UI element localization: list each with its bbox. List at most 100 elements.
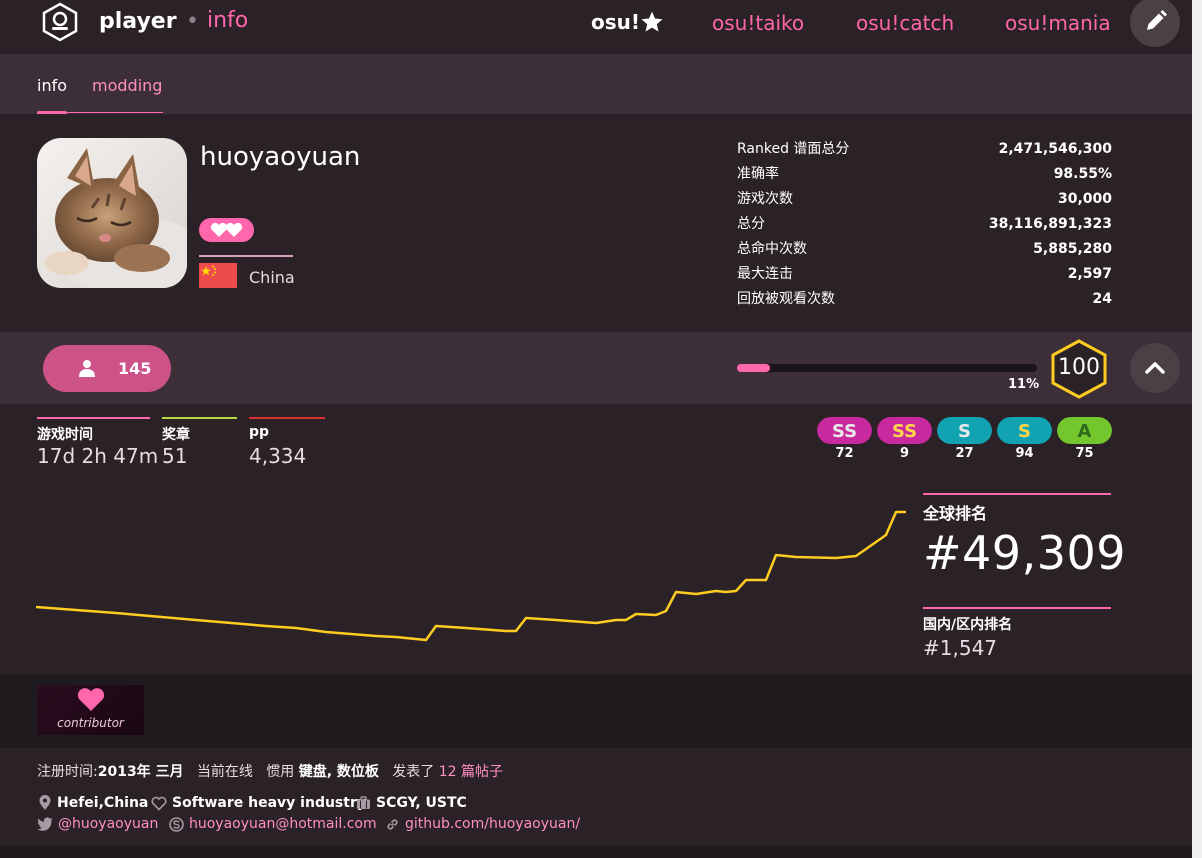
profile-tabs-bar — [0, 54, 1192, 114]
join-info-line: 注册时间:2013年 三月 当前在线 惯用 键盘, 数位板 发表了 12 篇帖子 — [37, 761, 503, 781]
grade-ss-gold-count: 9 — [899, 446, 910, 461]
supporter-badge[interactable] — [199, 218, 254, 242]
interests-item: Software heavy industry — [151, 795, 366, 811]
country-rank-value: #1,547 — [923, 636, 998, 660]
grade-ss-silver-icon: SS — [817, 417, 872, 444]
grade-a-count: 75 — [1075, 446, 1094, 461]
medals-label: 奖章 — [162, 427, 190, 443]
stat-row: 游戏次数 30,000 — [737, 190, 1112, 215]
playstyle-value: 键盘, 数位板 — [298, 764, 379, 780]
rank-history-line — [36, 510, 906, 642]
pp-value: 4,334 — [249, 444, 307, 468]
link-icon — [387, 818, 398, 830]
playstyle-prefix: 惯用 — [266, 764, 295, 780]
grade-a-icon: A — [1057, 417, 1112, 444]
page-title: player — [99, 9, 177, 34]
heart-icon — [77, 688, 105, 711]
flag-divider — [199, 255, 293, 257]
play-time-line — [37, 417, 150, 419]
user-icon — [79, 360, 95, 377]
stat-value: 30,000 — [1057, 191, 1112, 207]
mode-tab-catch[interactable]: osu!catch — [856, 11, 954, 35]
country-name[interactable]: China — [249, 268, 295, 287]
location-text: Hefei,China — [57, 795, 149, 811]
rank-history-chart[interactable] — [36, 490, 906, 650]
china-flag-icon — [199, 263, 237, 288]
follower-count: 145 — [118, 359, 152, 378]
star-icon — [641, 11, 663, 32]
stat-label: 总命中次数 — [737, 241, 807, 257]
username: huoyaoyuan — [200, 142, 361, 172]
skype-item[interactable]: huoyaoyuan@hotmail.com — [169, 816, 377, 832]
posts-link[interactable]: 12 篇帖子 — [439, 764, 503, 780]
grade-a-label: A — [1078, 421, 1092, 442]
tab-divider-line — [67, 112, 163, 113]
medals-value: 51 — [162, 444, 188, 468]
stat-row: 回放被观看次数 24 — [737, 290, 1112, 315]
stat-label: 回放被观看次数 — [737, 291, 835, 307]
grade-s-silver-icon: S — [937, 417, 992, 444]
stat-value: 98.55% — [1053, 166, 1112, 182]
country-rank-line — [923, 607, 1111, 609]
grade-s-gold-count: 94 — [1015, 446, 1034, 461]
level-progress-text: 11% — [1008, 377, 1040, 392]
website-item[interactable]: github.com/huoyaoyuan/ — [385, 816, 580, 832]
stat-label: 总分 — [737, 216, 765, 232]
grade-s-silver-count: 27 — [955, 446, 974, 461]
page-subtitle: info — [207, 8, 249, 33]
grade-s-silver-label: S — [958, 421, 971, 442]
medals-line — [162, 417, 237, 419]
global-rank-value: #49,309 — [923, 526, 1126, 580]
online-status: 当前在线 — [196, 764, 253, 780]
level-progress-track — [737, 364, 1037, 372]
tab-modding[interactable]: modding — [92, 76, 162, 95]
mode-tab-taiko[interactable]: osu!taiko — [712, 11, 804, 35]
level-value: 100 — [1058, 355, 1100, 380]
stats-list: Ranked 谱面总分 2,471,546,300 准确率 98.55% 游戏次数 3… — [737, 140, 1112, 315]
avatar — [37, 138, 187, 288]
pencil-icon — [1147, 10, 1167, 30]
collapse-button[interactable] — [1130, 343, 1180, 393]
country-rank-label: 国内/区内排名 — [923, 617, 1013, 633]
edit-profile-button[interactable] — [1130, 0, 1180, 47]
osu-logo-icon[interactable] — [40, 2, 80, 42]
posts-prefix: 发表了 — [392, 764, 435, 780]
stat-value: 38,116,891,323 — [988, 216, 1112, 232]
pp-label: pp — [249, 424, 270, 440]
followers-button[interactable] — [43, 345, 171, 392]
join-date: 2013年 三月 — [97, 764, 184, 780]
website-link[interactable]: github.com/huoyaoyuan/ — [405, 816, 580, 832]
heart-outline-icon — [151, 796, 167, 811]
grade-ss-gold-icon: SS — [877, 417, 932, 444]
mode-tab-mania[interactable]: osu!mania — [1005, 11, 1111, 35]
stat-row: 总命中次数 5,885,280 — [737, 240, 1112, 265]
stat-value: 2,597 — [1067, 266, 1112, 282]
play-time-label: 游戏时间 — [37, 427, 93, 443]
tab-info[interactable]: info — [37, 76, 67, 95]
window-scrollbar[interactable] — [1192, 0, 1202, 858]
suitcase-icon — [357, 796, 370, 809]
location-item: Hefei,China — [38, 795, 148, 811]
stat-label: 准确率 — [737, 166, 779, 182]
skype-link[interactable]: huoyaoyuan@hotmail.com — [189, 816, 377, 832]
stat-value: 2,471,546,300 — [998, 141, 1112, 157]
grade-ss-silver-label: SS — [832, 421, 857, 442]
twitter-icon — [37, 817, 53, 831]
avatar-kitten-image — [37, 138, 187, 288]
occupation-item: SCGY, USTC — [356, 795, 467, 811]
play-time-value: 17d 2h 47m — [37, 444, 159, 468]
stat-label: 最大连击 — [737, 266, 793, 282]
stat-row: 总分 38,116,891,323 — [737, 215, 1112, 240]
stat-value: 5,885,280 — [1033, 241, 1112, 257]
join-prefix: 注册时间: — [37, 764, 98, 780]
stat-label: 游戏次数 — [737, 191, 793, 207]
global-rank-label: 全球排名 — [923, 504, 988, 523]
twitter-link[interactable]: @huoyaoyuan — [58, 816, 158, 832]
twitter-item[interactable]: @huoyaoyuan — [37, 816, 158, 832]
stat-value: 24 — [1092, 291, 1112, 307]
mode-tab-osu[interactable]: osu! — [591, 10, 640, 34]
level-progress-fill — [737, 364, 770, 372]
occupation-text: SCGY, USTC — [376, 795, 467, 811]
heart-icon — [210, 222, 243, 237]
interests-text: Software heavy industry — [172, 795, 366, 811]
